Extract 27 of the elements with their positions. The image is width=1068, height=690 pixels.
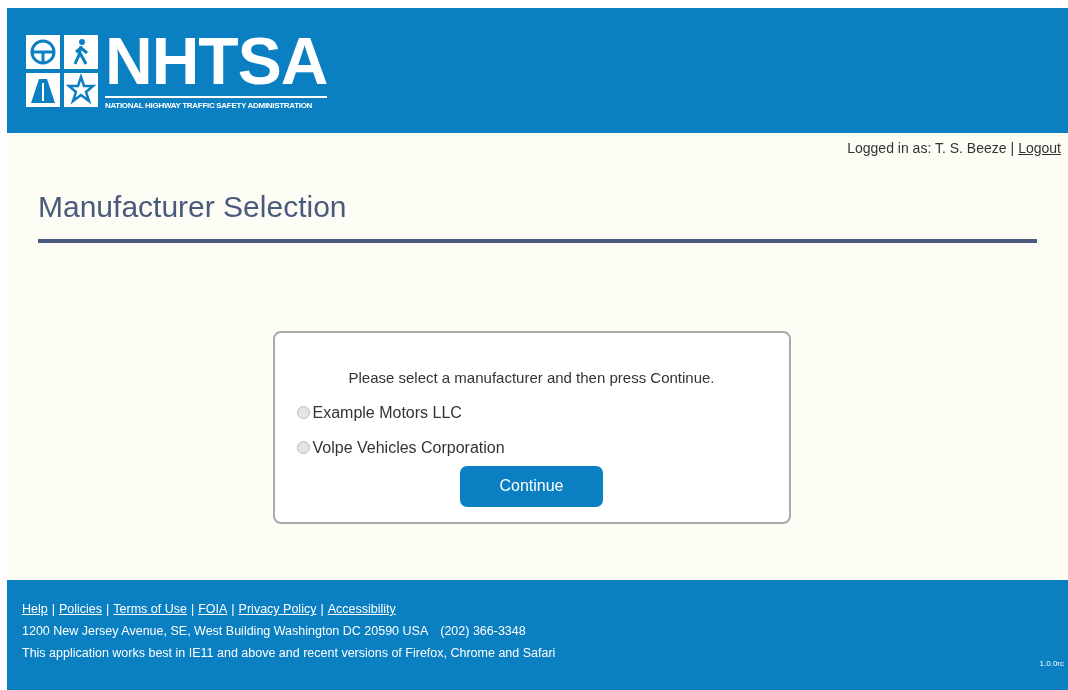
- radio-button[interactable]: [296, 406, 310, 419]
- radio-button[interactable]: [296, 441, 310, 454]
- logout-link[interactable]: Logout: [1018, 138, 1061, 159]
- logo-wordmark: NHTSA: [105, 30, 328, 92]
- logged-in-label: Logged in as: T. S. Beeze: [847, 139, 1007, 158]
- browser-note: This application works best in IE11 and above and recent versions of Firefox, Chrome and Safari: [22, 644, 556, 662]
- page-title: Manufacturer Selection: [38, 189, 1037, 243]
- logo-subtitle: NATIONAL HIGHWAY TRAFFIC SAFETY ADMINISTRATION: [105, 96, 328, 111]
- prompt-text: Please select a manufacturer and then press Continue.: [347, 368, 716, 388]
- continue-button[interactable]: Continue: [460, 465, 603, 507]
- footer-link[interactable]: Accessibility: [327, 600, 396, 619]
- separator: |: [51, 601, 55, 618]
- separator: |: [231, 601, 235, 618]
- separator: |: [320, 601, 324, 618]
- separator: |: [1010, 139, 1015, 158]
- version-text: 1.0.0rc: [1039, 658, 1064, 670]
- footer-link[interactable]: FOIA: [198, 600, 228, 619]
- option-label: Example Motors LLC: [312, 402, 462, 423]
- phone-text: (202) 366-3348: [440, 622, 526, 640]
- footer-link[interactable]: Help: [22, 600, 48, 619]
- separator: |: [106, 601, 110, 618]
- footer-link[interactable]: Privacy Policy: [238, 600, 317, 619]
- option-label: Volpe Vehicles Corporation: [312, 437, 505, 458]
- footer-link[interactable]: Policies: [58, 600, 103, 619]
- footer-link[interactable]: Terms of Use: [113, 600, 187, 619]
- address-text: 1200 New Jersey Avenue, SE, West Building Washington DC 20590 USA: [22, 622, 429, 640]
- separator: |: [190, 601, 195, 618]
